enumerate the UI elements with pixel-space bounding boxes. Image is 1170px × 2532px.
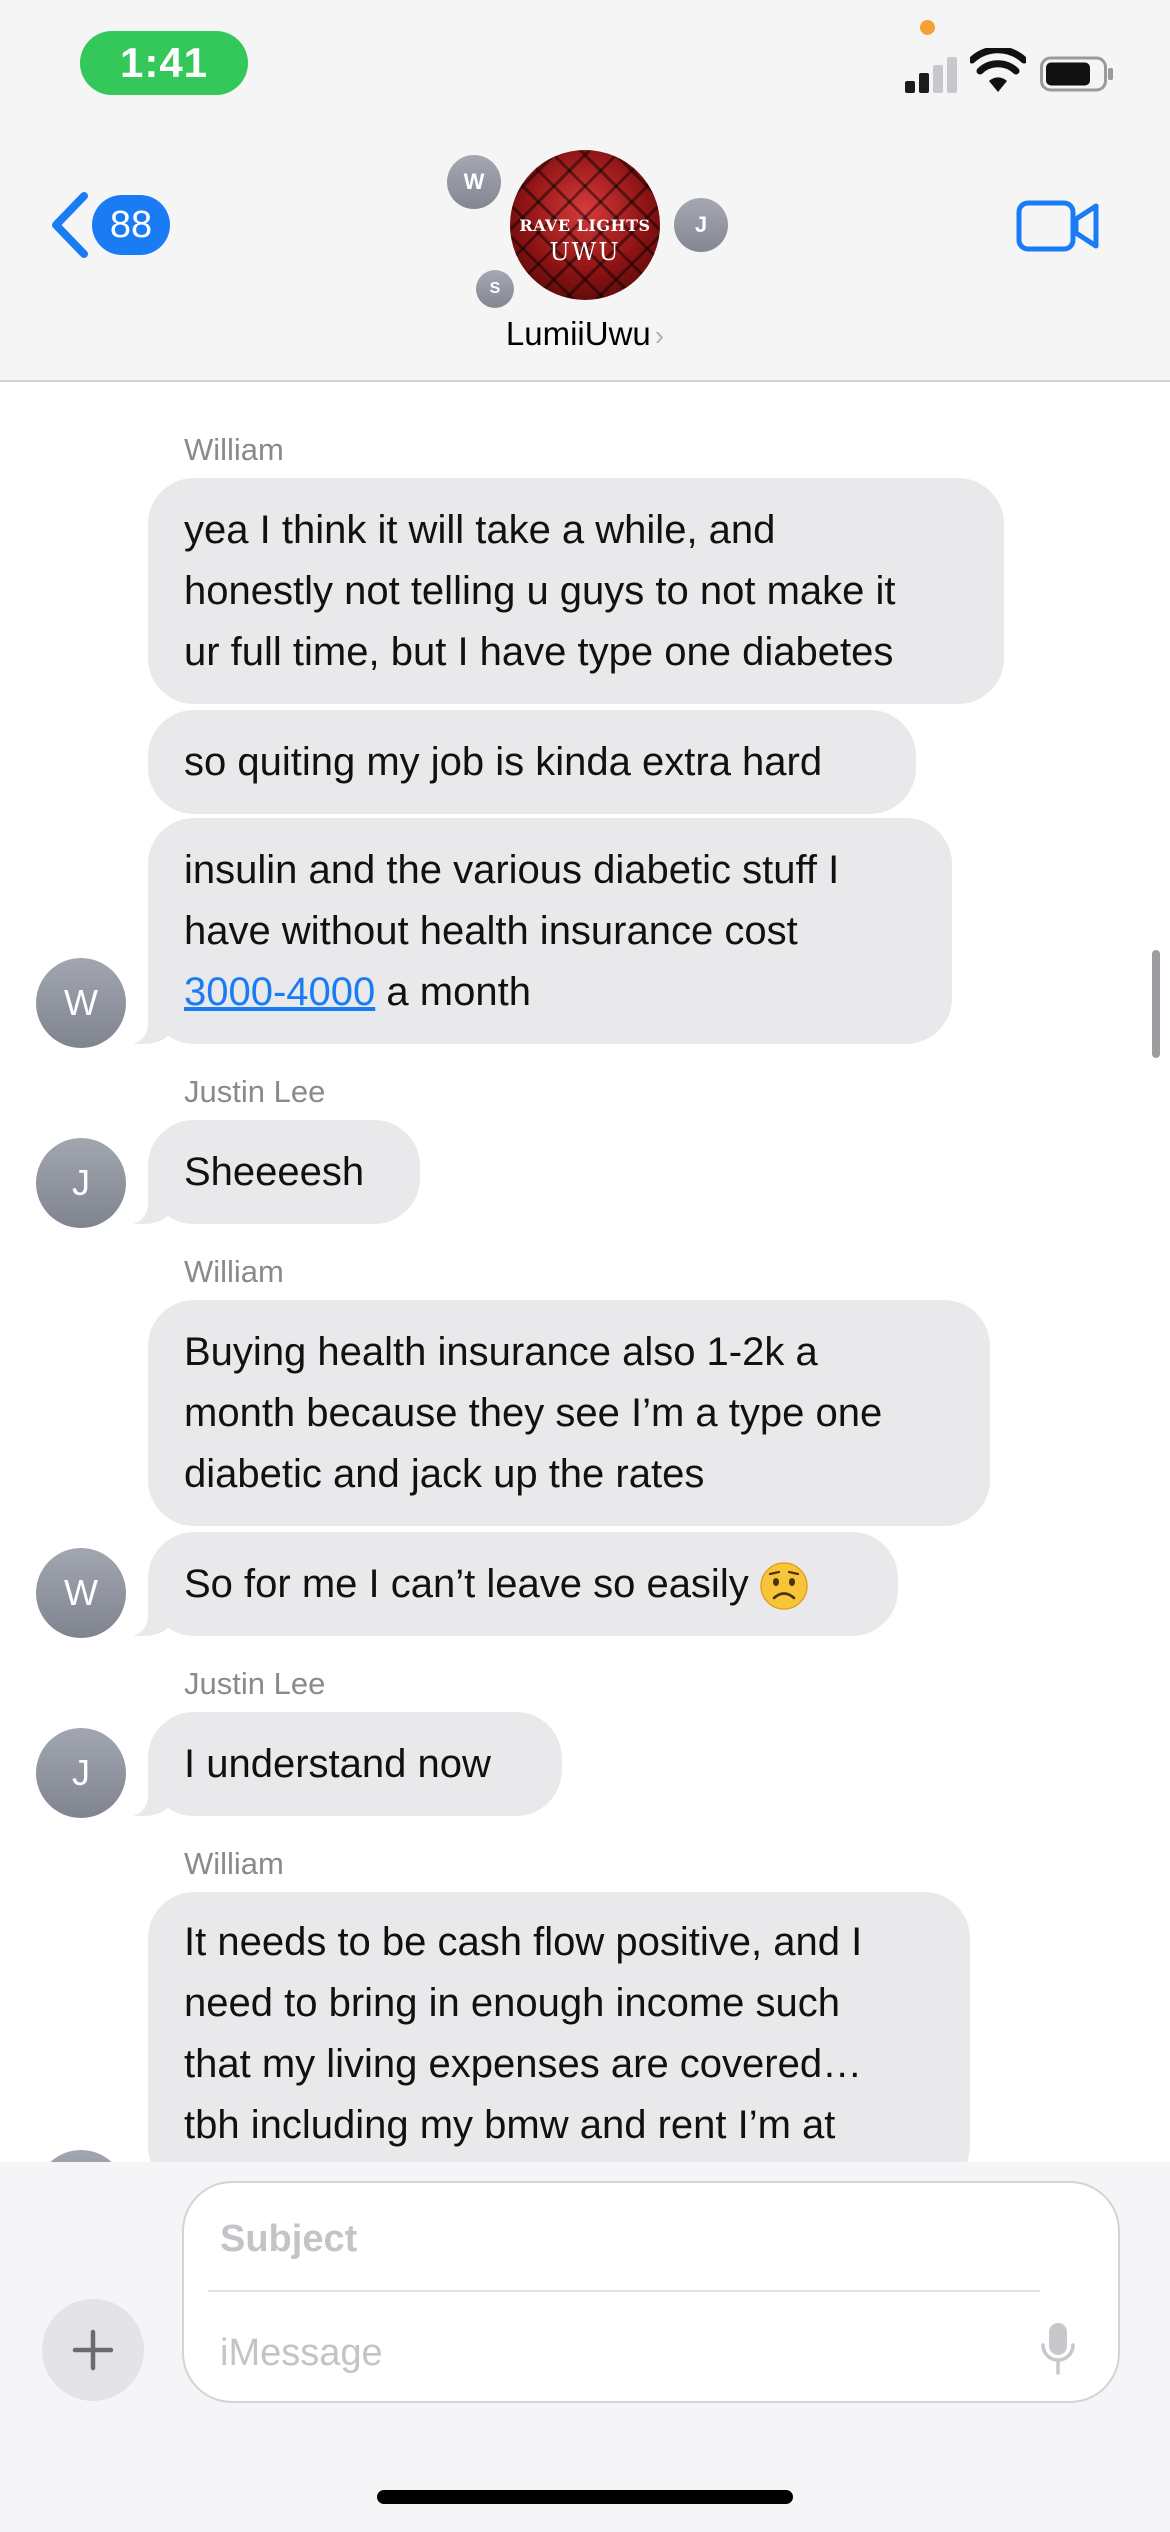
microphone-icon[interactable] [1038, 2319, 1078, 2379]
plus-button[interactable] [42, 2299, 144, 2401]
group-avatar[interactable]: RAVE LIGHTS UWU [510, 150, 660, 300]
video-camera-icon[interactable] [1016, 196, 1100, 256]
subject-input[interactable] [220, 2209, 1000, 2269]
battery-icon [1040, 56, 1113, 92]
chevron-right-icon: › [654, 320, 665, 351]
message-text: so quiting my job is kinda extra hard [184, 739, 823, 784]
signal-icon [905, 55, 959, 93]
message-text-after: a month [375, 969, 531, 1014]
compose-area [0, 2162, 1170, 2532]
privacy-indicator-dot [920, 20, 935, 35]
avatar-william[interactable]: W [36, 1548, 126, 1638]
phone-number-link[interactable]: 3000-4000 [184, 970, 375, 1014]
message-text: insulin and the various diabetic stuff I… [184, 840, 839, 1023]
message-text: So for me I can’t leave so easily [184, 1554, 809, 1615]
message-bubble[interactable]: Buying health insurance also 1-2k a mont… [148, 1300, 990, 1526]
group-avatar-text-top: RAVE LIGHTS [519, 216, 651, 235]
message-bubble[interactable]: It needs to be cash flow positive, and I… [148, 1892, 970, 2192]
avatar-william[interactable]: W [36, 958, 126, 1048]
sender-name: Justin Lee [184, 1074, 326, 1109]
sender-name: Justin Lee [184, 1666, 326, 1701]
message-bubble[interactable]: yea I think it will take a while, and ho… [148, 478, 1004, 704]
message-bubble[interactable]: I understand now [120, 1712, 562, 1816]
back-unread-count-badge[interactable]: 88 [92, 195, 170, 255]
status-time: 1:41 [80, 31, 248, 95]
message-bubble[interactable]: so quiting my job is kinda extra hard [148, 710, 916, 814]
back-chevron-icon[interactable] [46, 190, 92, 260]
member-avatar-w: W [447, 155, 501, 209]
group-avatar-text-bottom: UWU [549, 238, 621, 266]
message-text: yea I think it will take a while, and ho… [184, 507, 896, 674]
wifi-icon [970, 48, 1026, 92]
sender-name: William [184, 1846, 284, 1881]
message-text-content: So for me I can’t leave so easily [184, 1561, 749, 1606]
sender-name: William [184, 1254, 284, 1289]
status-bar: 1:41 [0, 0, 1170, 130]
member-avatar-j: J [674, 198, 728, 252]
member-avatar-s: S [476, 270, 514, 308]
message-bubble[interactable]: So for me I can’t leave so easily [120, 1532, 898, 1636]
sender-name: William [184, 432, 284, 467]
compose-box [182, 2181, 1120, 2403]
worried-face-emoji-icon [759, 1562, 808, 1610]
avatar-justin[interactable]: J [36, 1728, 126, 1818]
message-text: Buying health insurance also 1-2k a mont… [184, 1329, 883, 1496]
compose-divider [208, 2290, 1040, 2292]
message-text: Sheeeesh [184, 1149, 365, 1194]
message-text: I understand now [184, 1741, 491, 1786]
plus-icon [72, 2329, 114, 2371]
group-name-button[interactable]: LumiiUwu › [0, 315, 1170, 353]
message-text-before: insulin and the various diabetic stuff I… [184, 847, 840, 953]
message-bubble[interactable]: insulin and the various diabetic stuff I… [120, 818, 952, 1044]
imessage-input[interactable] [220, 2323, 1000, 2383]
home-indicator[interactable] [377, 2490, 793, 2504]
group-name: LumiiUwu [505, 315, 651, 352]
avatar-justin[interactable]: J [36, 1138, 126, 1228]
message-text: It needs to be cash flow positive, and I… [184, 1920, 863, 2147]
message-bubble[interactable]: Sheeeesh [120, 1120, 420, 1224]
conversation-header: 88 W RAVE LIGHTS UWU J S LumiiUwu › [0, 130, 1170, 382]
scrollbar[interactable] [1152, 950, 1160, 1058]
